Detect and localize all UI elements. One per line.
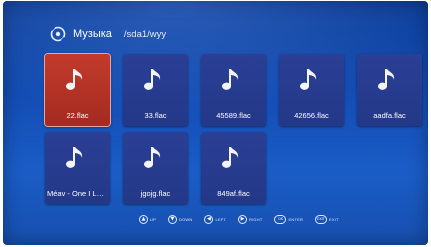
music-app-icon [49, 25, 67, 43]
down-arrow-icon: ▼ [167, 214, 177, 224]
hint-label: UP [150, 216, 156, 222]
file-tile[interactable]: aadfa.flac [357, 54, 422, 126]
hint-up: ▲ UP [139, 214, 156, 224]
file-tile[interactable]: 849af.flac [201, 132, 266, 204]
file-tile[interactable]: 33.flac [123, 54, 188, 126]
music-note-icon [66, 147, 83, 168]
file-name: aadfa.flac [373, 111, 406, 120]
ok-button-icon: OK [274, 214, 287, 224]
hint-down: ▼ DOWN [167, 214, 193, 224]
music-note-icon [300, 69, 317, 90]
hint-exit: EXIT EXIT [315, 214, 339, 224]
file-name: 45589.flac [216, 111, 251, 120]
file-tile[interactable]: jgojg.flac [123, 132, 188, 204]
music-note-icon [144, 69, 161, 90]
hint-label: DOWN [178, 216, 193, 222]
hint-label: RIGHT [249, 216, 263, 222]
breadcrumb-path: /sda1/wyy [123, 28, 167, 40]
hint-enter: OK ENTER [274, 214, 304, 224]
hint-left: ◀ LEFT [204, 214, 227, 224]
hint-label: ENTER [288, 216, 304, 222]
file-tile[interactable]: Méav - One I Lov... [45, 132, 110, 204]
file-name: jgojg.flac [140, 189, 171, 198]
file-name: 42656.flac [294, 111, 329, 120]
file-tile[interactable]: 45589.flac [201, 54, 266, 126]
tv-screen: Музыка /sda1/wyy 22.flac 33.flac 45589.f… [3, 1, 428, 245]
right-arrow-icon: ▶ [238, 214, 248, 224]
music-note-icon [378, 69, 395, 90]
file-name: 22.flac [66, 111, 89, 120]
music-note-icon [144, 147, 161, 168]
header: Музыка /sda1/wyy [49, 25, 166, 43]
hint-label: EXIT [329, 216, 339, 222]
file-name: 33.flac [144, 111, 167, 120]
file-name: Méav - One I Lov... [47, 189, 108, 198]
file-tile[interactable]: 42656.flac [279, 54, 344, 126]
hint-right: ▶ RIGHT [238, 214, 263, 224]
up-arrow-icon: ▲ [139, 214, 148, 224]
music-note-icon [222, 147, 239, 168]
file-tile[interactable]: 22.flac [45, 54, 110, 126]
exit-button-icon: EXIT [315, 214, 328, 224]
page-title: Музыка [73, 28, 112, 40]
remote-key-hints: ▲ UP ▼ DOWN ◀ LEFT ▶ RIGHT OK ENTER EXIT… [139, 214, 339, 224]
music-note-icon [66, 69, 83, 90]
left-arrow-icon: ◀ [204, 214, 214, 224]
file-name: 849af.flac [217, 189, 250, 198]
hint-label: LEFT [215, 216, 227, 222]
music-note-icon [222, 69, 239, 90]
